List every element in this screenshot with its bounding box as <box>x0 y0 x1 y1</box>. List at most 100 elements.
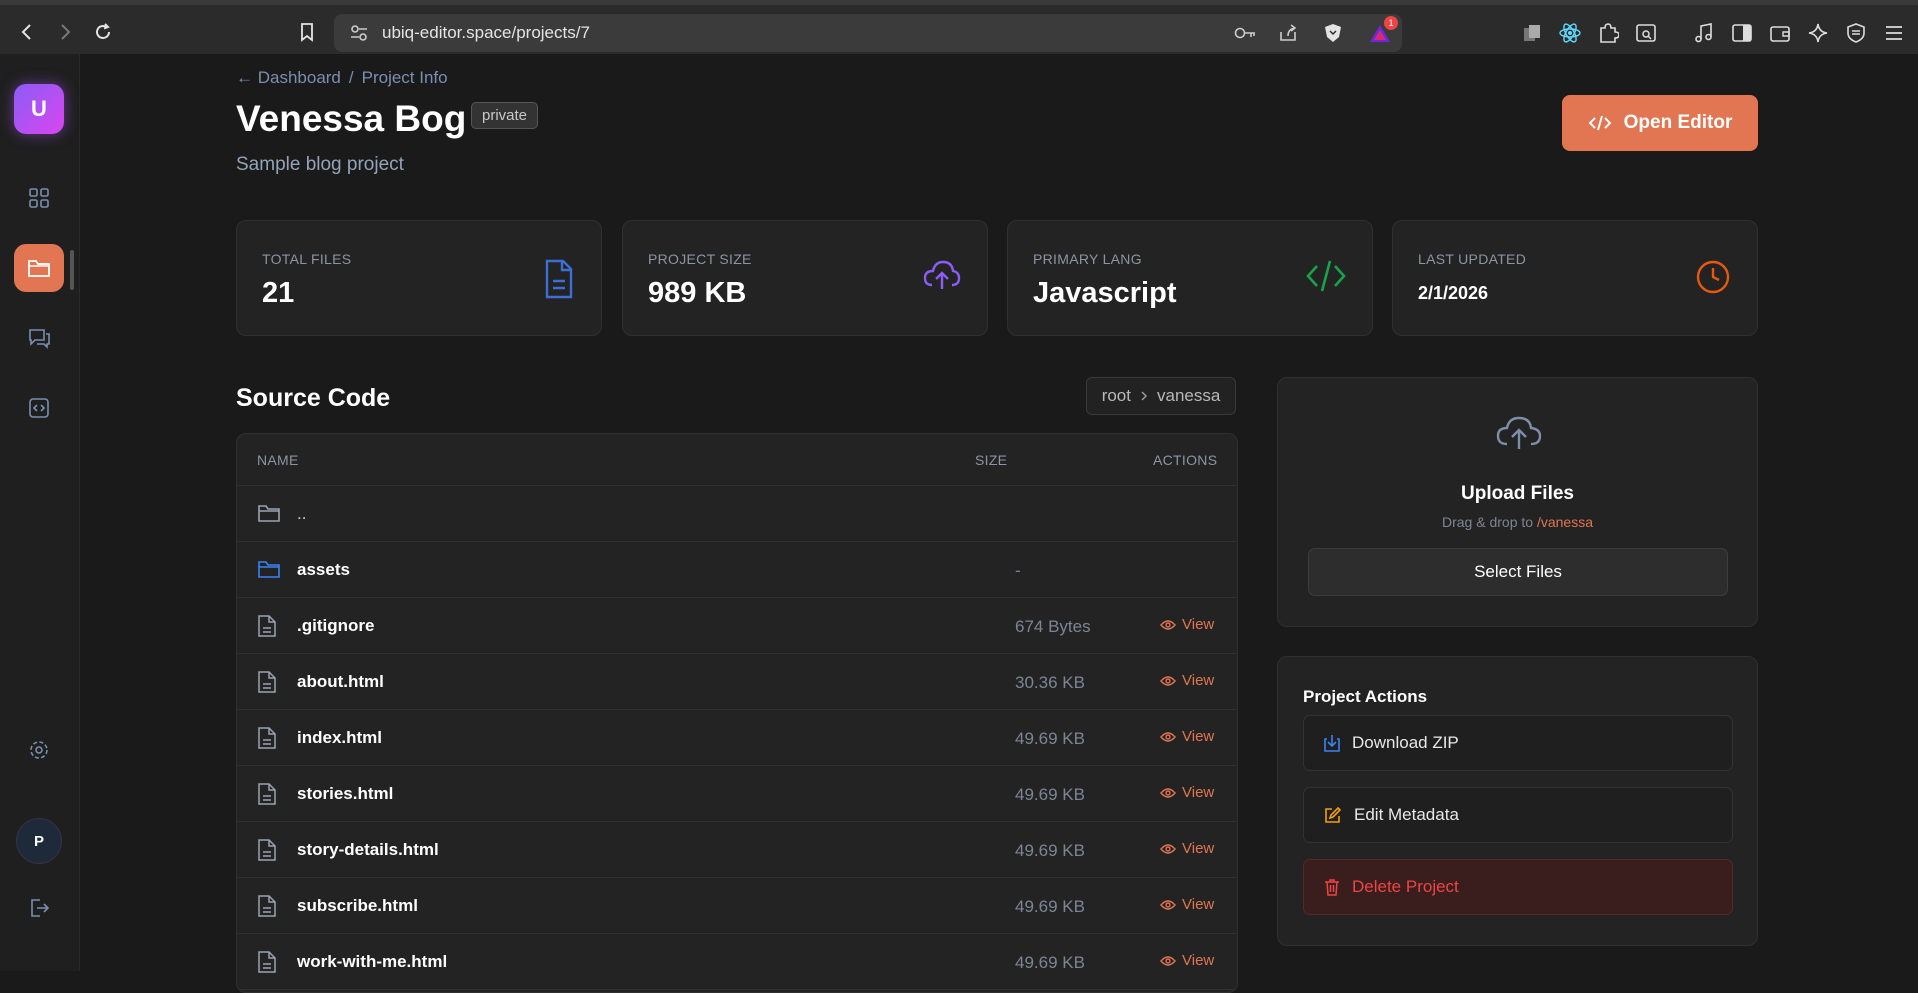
open-editor-button[interactable]: Open Editor <box>1562 95 1758 151</box>
table-row[interactable]: .. <box>237 486 1237 542</box>
folder-icon <box>257 502 281 529</box>
upload-panel[interactable]: Upload Files Drag & drop to /vanessa Sel… <box>1277 377 1758 627</box>
view-button[interactable]: View <box>1160 840 1214 857</box>
puzzle-icon <box>1600 23 1619 43</box>
extension-search-tab[interactable] <box>1633 20 1659 46</box>
media-button[interactable] <box>1691 20 1717 46</box>
table-header: NAME SIZE ACTIONS <box>237 434 1237 486</box>
select-files-button[interactable]: Select Files <box>1308 548 1728 596</box>
column-actions: ACTIONS <box>1153 452 1218 468</box>
trash-icon <box>1325 879 1339 896</box>
leo-ai-button[interactable] <box>1805 20 1831 46</box>
bookmark-button[interactable] <box>292 17 322 47</box>
view-button[interactable]: View <box>1160 672 1214 689</box>
sidebar-item-projects[interactable] <box>14 244 64 292</box>
file-name[interactable]: assets <box>297 560 350 580</box>
path-root[interactable]: root <box>1102 386 1131 406</box>
forward-button[interactable] <box>50 17 80 47</box>
view-button[interactable]: View <box>1160 728 1214 745</box>
file-name[interactable]: work-with-me.html <box>297 952 447 972</box>
extension-react[interactable] <box>1557 20 1583 46</box>
table-row[interactable]: work-with-me.html 49.69 KB View <box>237 934 1237 990</box>
file-name[interactable]: about.html <box>297 672 384 692</box>
sidebar-item-chat[interactable] <box>14 314 64 362</box>
sidebar-item-logout[interactable] <box>14 884 64 932</box>
upload-title: Upload Files <box>1461 483 1574 504</box>
file-name[interactable]: .. <box>297 504 306 524</box>
table-row[interactable]: about.html 30.36 KB View <box>237 654 1237 710</box>
reload-button[interactable] <box>88 17 118 47</box>
sidebar-item-code[interactable] <box>14 384 64 432</box>
menu-button[interactable] <box>1881 20 1907 46</box>
file-name[interactable]: stories.html <box>297 784 393 804</box>
table-row[interactable]: index.html 49.69 KB View <box>237 710 1237 766</box>
table-row[interactable]: story-details.html 49.69 KB View <box>237 822 1237 878</box>
file-table: NAME SIZE ACTIONS .. assets - .gitignore 674… <box>236 433 1238 993</box>
path-current: vanessa <box>1156 386 1221 405</box>
back-button[interactable] <box>12 17 42 47</box>
view-button[interactable]: View <box>1160 896 1214 913</box>
table-row[interactable]: .gitignore 674 Bytes View <box>237 598 1237 654</box>
sidebar-toggle-button[interactable] <box>1729 20 1755 46</box>
file-icon <box>258 727 276 749</box>
address-bar[interactable]: ubiq-editor.space/projects/7 1 <box>334 14 1402 52</box>
file-size: 49.69 KB <box>1015 785 1085 804</box>
view-label: View <box>1182 896 1215 913</box>
table-row[interactable]: subscribe.html 49.69 KB View <box>237 878 1237 934</box>
project-actions-title: Project Actions <box>1303 687 1428 706</box>
view-button[interactable]: View <box>1160 784 1214 801</box>
upload-hint-text: Drag & drop to <box>1442 514 1534 530</box>
breadcrumb-dashboard-link[interactable]: ← Dashboard <box>236 68 341 87</box>
stat-value: Javascript <box>1033 277 1177 309</box>
file-icon <box>258 783 276 805</box>
view-button[interactable]: View <box>1160 616 1214 633</box>
file-name[interactable]: index.html <box>297 728 382 748</box>
user-avatar[interactable]: P <box>16 818 62 864</box>
eye-icon <box>1160 731 1176 742</box>
file-size: 49.69 KB <box>1015 841 1085 860</box>
chevron-right-icon <box>61 24 71 40</box>
table-row[interactable]: assets - <box>237 542 1237 598</box>
clock-icon <box>1696 260 1730 294</box>
extensions-button[interactable] <box>1595 20 1621 46</box>
sparkle-icon <box>1808 23 1828 43</box>
column-size: SIZE <box>975 452 1008 468</box>
react-icon <box>1559 23 1581 43</box>
file-name[interactable]: subscribe.html <box>297 896 418 916</box>
extension-translate[interactable] <box>1519 20 1545 46</box>
window-search-icon <box>1636 24 1656 42</box>
wallet-button[interactable] <box>1767 20 1793 46</box>
cloud-upload-icon <box>923 260 961 289</box>
sidebar-item-dashboard[interactable] <box>14 174 64 222</box>
sidebar-item-settings[interactable] <box>14 726 64 774</box>
view-label: View <box>1182 616 1215 633</box>
stat-label: PRIMARY LANG <box>1033 251 1142 267</box>
edit-metadata-button[interactable]: Edit Metadata <box>1303 787 1733 843</box>
delete-project-button[interactable]: Delete Project <box>1303 859 1733 915</box>
chat-icon <box>29 329 50 349</box>
edit-icon <box>1325 806 1342 823</box>
site-settings-icon <box>351 25 367 41</box>
download-zip-button[interactable]: Download ZIP <box>1303 715 1733 771</box>
grid-icon <box>29 188 49 208</box>
stat-card-project-size: PROJECT SIZE 989 KB <box>622 220 988 336</box>
file-name[interactable]: story-details.html <box>297 840 439 860</box>
breadcrumb-separator: / <box>348 68 354 87</box>
project-actions-panel: Project Actions Download ZIP Edit Metada… <box>1277 656 1758 946</box>
file-icon <box>257 614 277 643</box>
folder-icon <box>258 561 280 578</box>
stat-label: TOTAL FILES <box>262 251 352 267</box>
share-icon <box>1280 24 1297 41</box>
bookmark-icon <box>301 23 313 42</box>
gear-icon <box>30 741 48 759</box>
vpn-button[interactable] <box>1843 20 1869 46</box>
table-row[interactable]: stories.html 49.69 KB View <box>237 766 1237 822</box>
file-icon <box>257 838 277 867</box>
stat-card-last-updated: LAST UPDATED 2/1/2026 <box>1392 220 1758 336</box>
app-logo[interactable]: U <box>14 84 64 134</box>
view-button[interactable]: View <box>1160 952 1214 969</box>
cloud-upload-icon <box>1496 416 1542 449</box>
open-editor-label: Open Editor <box>1623 112 1733 133</box>
file-name[interactable]: .gitignore <box>297 616 374 636</box>
folder-icon <box>257 558 281 585</box>
